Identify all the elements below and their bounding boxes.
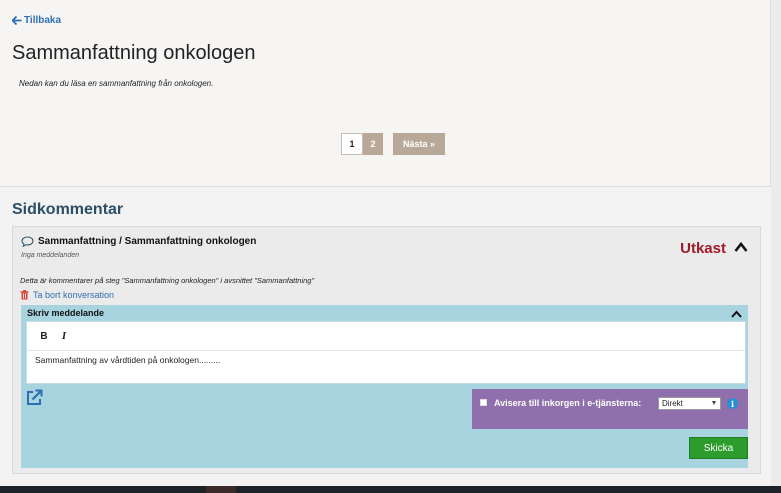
page-2-button[interactable]: 2 — [363, 133, 383, 155]
back-link[interactable]: Tillbaka — [12, 15, 61, 26]
bold-button[interactable]: B — [35, 328, 53, 344]
page-title: Sammanfattning onkologen — [12, 42, 256, 64]
chevron-down-icon — [712, 401, 716, 405]
conversation-header: Sammanfattning / Sammanfattning onkologe… — [21, 236, 256, 247]
arrow-left-icon — [12, 16, 22, 25]
italic-button[interactable]: I — [55, 328, 73, 344]
toolbar-divider — [27, 350, 745, 351]
taskbar-tab[interactable] — [206, 486, 236, 493]
message-count: Inga meddelanden — [21, 252, 79, 259]
next-page-button[interactable]: Nästa » — [393, 133, 445, 155]
notify-select-value: Direkt — [662, 399, 683, 408]
notify-checkbox[interactable] — [480, 399, 487, 406]
message-editor[interactable]: B I Sammanfattning av vårdtiden på onkol… — [26, 321, 746, 384]
taskbar — [0, 486, 781, 493]
conversation-title: Sammanfattning / Sammanfattning onkologe… — [38, 236, 257, 247]
delete-conversation-label: Ta bort konversation — [33, 290, 115, 300]
page-header-panel: Tillbaka Sammanfattning onkologen Nedan … — [0, 0, 771, 187]
composer-heading: Skriv meddelande — [27, 308, 105, 318]
back-link-label: Tillbaka — [24, 15, 62, 26]
scrollbar[interactable] — [771, 0, 781, 493]
chevron-up-icon[interactable] — [734, 241, 748, 253]
status-badge: Utkast — [680, 240, 726, 257]
conversation-card: Sammanfattning / Sammanfattning onkologe… — [12, 226, 761, 474]
info-icon[interactable]: i — [727, 398, 738, 409]
page-1-button[interactable]: 1 — [341, 133, 363, 155]
message-composer: Skriv meddelande B I Sammanfattning av v… — [21, 305, 748, 468]
pagination: 1 2 Nästa » — [341, 133, 445, 155]
message-text[interactable]: Sammanfattning av vårdtiden på onkologen… — [35, 355, 220, 365]
send-button[interactable]: Skicka — [689, 437, 748, 459]
notify-select[interactable]: Direkt — [658, 397, 721, 410]
delete-conversation-link[interactable]: Ta bort konversation — [20, 290, 114, 300]
comments-section-title: Sidkommentar — [12, 201, 124, 218]
notification-panel: Avisera till inkorgen i e-tjänsterna: Di… — [472, 389, 748, 429]
chevron-up-icon[interactable] — [731, 310, 742, 318]
external-link-icon[interactable] — [26, 389, 43, 406]
notify-label: Avisera till inkorgen i e-tjänsterna: — [494, 398, 642, 408]
speech-bubble-icon — [21, 236, 34, 247]
intro-text: Nedan kan du läsa en sammanfattning från… — [19, 79, 214, 88]
trash-icon — [20, 290, 29, 300]
conversation-description: Detta är kommentarer på steg "Sammanfatt… — [20, 276, 315, 285]
editor-toolbar: B I — [27, 322, 745, 350]
